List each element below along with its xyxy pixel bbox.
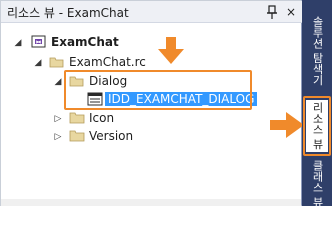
down-arrow-icon	[158, 37, 184, 64]
tree-label-icon: Icon	[89, 111, 115, 125]
tab-class-view[interactable]: 클래스 뷰	[306, 160, 328, 208]
resource-view-panel: 리소스 뷰 - ExamChat × ◢ ExamChat ◢ ExamChat…	[0, 0, 302, 206]
panel-title: 리소스 뷰 - ExamChat	[7, 6, 129, 20]
folder-icon	[69, 112, 85, 124]
horizontal-scrollbar[interactable]	[1, 199, 301, 206]
pin-icon[interactable]	[265, 4, 279, 20]
resource-tree: ◢ ExamChat ◢ ExamChat.rc ◢ Dialog IDD_EX…	[1, 26, 301, 206]
folder-open-icon	[49, 57, 64, 68]
tree-label-rc: ExamChat.rc	[69, 55, 146, 69]
tree-node-version-folder[interactable]: ▷ Version	[1, 128, 201, 146]
folder-icon	[69, 130, 85, 142]
tree-label-version: Version	[89, 129, 134, 143]
collapse-icon[interactable]: ◢	[13, 38, 23, 48]
project-icon	[31, 35, 46, 48]
panel-titlebar: 리소스 뷰 - ExamChat ×	[1, 1, 302, 23]
collapse-icon[interactable]: ◢	[53, 77, 63, 87]
close-icon[interactable]: ×	[284, 4, 298, 20]
right-arrow-icon	[270, 112, 304, 138]
tab-solution-explorer[interactable]: 솔루션 탐색기	[306, 10, 328, 92]
collapse-icon[interactable]: ◢	[33, 58, 43, 68]
expand-icon[interactable]: ▷	[53, 132, 63, 142]
tree-node-icon-folder[interactable]: ▷ Icon	[1, 110, 201, 128]
highlight-box-resource-tab	[303, 96, 331, 156]
tree-label-project: ExamChat	[51, 35, 119, 49]
expand-icon[interactable]: ▷	[53, 114, 63, 124]
highlight-box-dialog	[64, 70, 252, 110]
